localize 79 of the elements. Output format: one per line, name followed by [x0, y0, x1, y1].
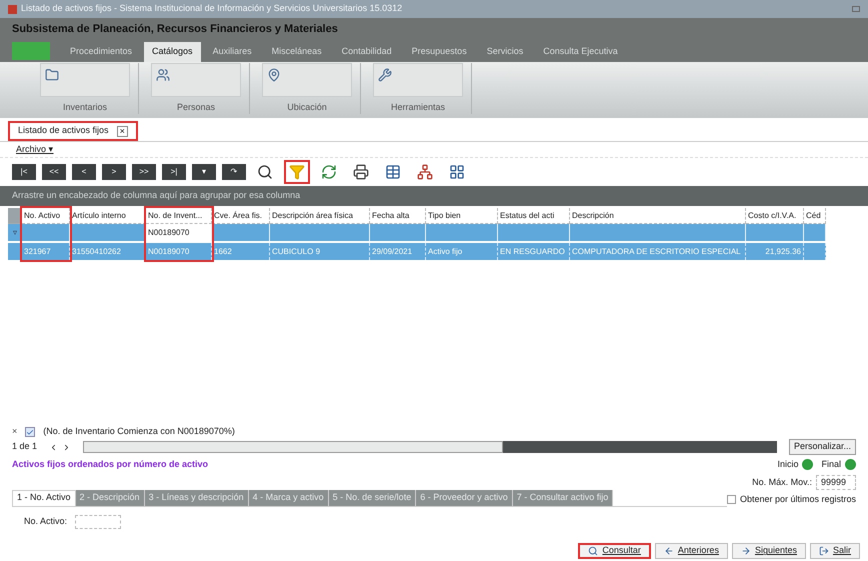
action-button[interactable]: Consultar [578, 543, 651, 559]
sort-note: Activos fijos ordenados por número de activo [12, 458, 210, 471]
filter-cell[interactable] [370, 224, 426, 241]
checkbox-label: Obtener por últimos registros [740, 493, 856, 506]
table-cell: N00189070 [146, 243, 212, 260]
filter-button[interactable] [284, 160, 310, 184]
field-label: No. Activo: [24, 514, 68, 528]
max-moves-label: No. Máx. Mov.: [752, 476, 812, 488]
customize-button[interactable]: Personalizar... [788, 439, 856, 455]
maximize-icon[interactable] [852, 6, 860, 12]
right-arrow-icon [740, 546, 751, 556]
document-tab[interactable]: Listado de activos fijos × [8, 121, 138, 141]
horizontal-scrollbar[interactable] [83, 441, 777, 453]
nav-button[interactable]: ↷ [222, 164, 246, 180]
action-button[interactable]: Siguientes [732, 543, 806, 559]
indicator-label: Final [821, 458, 841, 471]
filter-cell[interactable]: N00189070 [146, 224, 212, 241]
nav-button[interactable]: << [42, 164, 66, 180]
table-cell: 29/09/2021 [370, 243, 426, 260]
app-logo [12, 42, 50, 60]
ribbon-group-label: Personas [176, 100, 216, 114]
ribbon-group-label: Herramientas [390, 100, 446, 114]
table-cell: CUBICULO 9 [270, 243, 370, 260]
filter-expression: (No. de Inventario Comienza con N00189070%) [43, 425, 235, 438]
filter-cell[interactable] [270, 224, 370, 241]
app-icon [8, 4, 17, 14]
table-cell: 31550410262 [70, 243, 146, 260]
group-panel-hint: Arrastre un encabezado de columna aquí para agrupar por esa columna [12, 189, 300, 202]
nav-button[interactable]: > [102, 164, 126, 180]
refresh-icon [321, 164, 337, 180]
filter-cell[interactable] [426, 224, 498, 241]
filter-cell[interactable] [804, 224, 826, 241]
subsystem-title: Subsistema de Planeación, Recursos Financieros y Materiales [12, 22, 338, 37]
nav-button[interactable]: >| [162, 164, 186, 180]
filter-checkbox[interactable] [25, 427, 36, 437]
search-icon [588, 546, 598, 556]
people-icon[interactable] [156, 68, 170, 82]
filter-cell[interactable] [212, 224, 270, 241]
filter-cell[interactable] [70, 224, 146, 241]
nav-button[interactable]: |< [12, 164, 36, 180]
print-icon [353, 164, 369, 180]
folder-icon[interactable] [45, 68, 59, 82]
search-tab[interactable]: 1 - No. Activo [12, 490, 76, 506]
filter-cell[interactable] [22, 224, 70, 241]
action-button[interactable]: Salir [810, 543, 860, 559]
filter-icon [289, 164, 305, 180]
grid-icon [449, 164, 465, 180]
table-cell: COMPUTADORA DE ESCRITORIO ESPECIAL [570, 243, 746, 260]
max-moves-field[interactable]: 99999 [816, 474, 856, 490]
network-icon [417, 164, 433, 180]
exit-icon [818, 546, 829, 556]
indicator-label: Inicio [777, 458, 798, 471]
nav-button[interactable]: ▾ [192, 164, 216, 180]
clear-filter-button[interactable]: × [12, 425, 18, 439]
table-cell: Activo fijo [426, 243, 498, 260]
table-cell: 321967 [22, 243, 70, 260]
action-button[interactable]: Anteriores [654, 543, 728, 559]
filter-cell[interactable] [570, 224, 746, 241]
table-cell: EN RESGUARDO [498, 243, 570, 260]
table-cell: 1662 [212, 243, 270, 260]
table-cell: 21,925.36 [746, 243, 804, 260]
pin-icon[interactable] [267, 68, 281, 82]
left-arrow-icon [664, 546, 674, 556]
filter-cell[interactable] [498, 224, 570, 241]
ribbon-group-label: Inventarios [62, 100, 108, 114]
checkbox[interactable] [726, 495, 736, 504]
file-menu[interactable]: Archivo ▾ [16, 142, 54, 156]
table-cell [804, 243, 826, 260]
page-count: 1 de 1 [12, 440, 38, 454]
menu-tab[interactable]: Catálogos [144, 42, 201, 62]
table-icon [385, 164, 401, 180]
wrench-icon[interactable] [378, 68, 392, 82]
input-field[interactable] [75, 514, 122, 528]
nav-button[interactable]: >> [132, 164, 156, 180]
window-title: Listado de activos fijos - Sistema Institucional de Información y Servicios Universitarios 15.0312 [21, 2, 402, 16]
close-button[interactable]: × [116, 126, 128, 136]
filter-cell[interactable] [746, 224, 804, 241]
nav-button[interactable]: < [72, 164, 96, 180]
ribbon-group-label: Ubicación [287, 100, 327, 114]
